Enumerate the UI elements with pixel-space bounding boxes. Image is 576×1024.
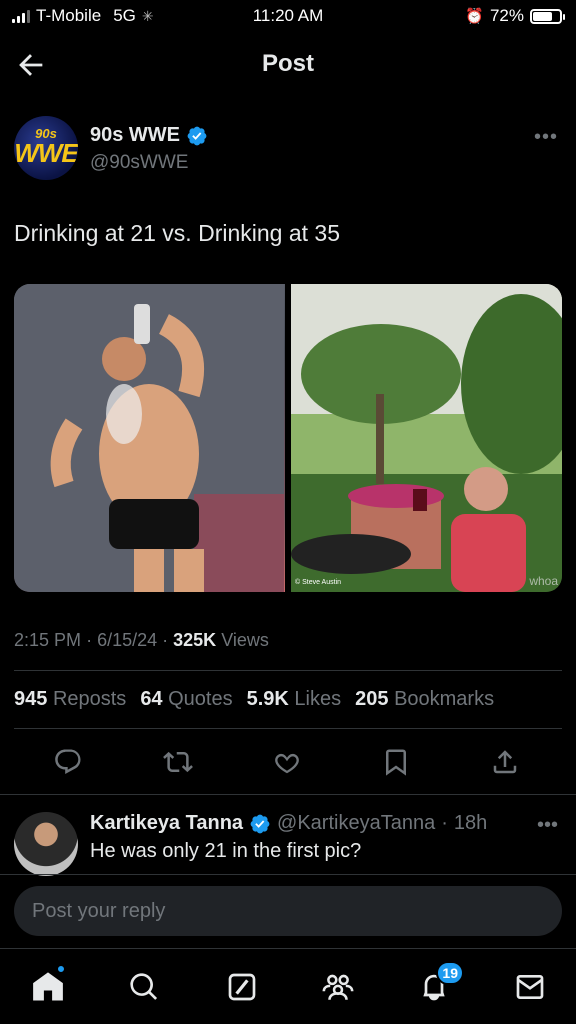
post-time: 2:15 PM <box>14 630 82 650</box>
search-icon <box>130 973 158 1000</box>
post-stats: 945 Reposts 64 Quotes 5.9K Likes 205 Boo… <box>14 688 494 711</box>
image-caption: © Steve Austin <box>295 579 342 586</box>
likes-label: Likes <box>294 688 342 710</box>
divider <box>14 728 562 729</box>
post-date: 6/15/24 <box>97 630 158 650</box>
bookmarks-count: 205 <box>355 688 389 710</box>
post-image-1[interactable] <box>14 284 285 592</box>
likes-count: 5.9K <box>246 688 289 710</box>
battery-percent: 72% <box>489 6 524 25</box>
notifications-badge: 19 <box>436 961 464 985</box>
author-handle[interactable]: @90sWWE <box>90 152 188 174</box>
quotes-count: 64 <box>140 688 163 710</box>
verified-badge-icon <box>187 126 207 145</box>
share-button[interactable] <box>485 742 525 782</box>
tab-messages[interactable] <box>510 967 550 1007</box>
reply-text: He was only 21 in the first pic? <box>90 840 362 862</box>
bookmark-icon <box>386 749 406 776</box>
heart-icon <box>275 753 299 774</box>
verified-badge-icon <box>250 814 270 833</box>
page-title: Post <box>261 50 314 77</box>
home-unread-dot <box>56 964 66 974</box>
header: Post <box>0 36 576 92</box>
author-name: 90s WWE <box>90 124 181 146</box>
share-icon <box>493 750 517 774</box>
home-icon <box>33 972 63 1001</box>
repost-button[interactable] <box>158 742 198 782</box>
status-bar: T-Mobile 5G ✳ 11:20 AM ⏰ 72% <box>0 0 576 32</box>
divider <box>0 874 576 875</box>
image-watermark: whoa <box>529 574 558 588</box>
more-options-icon[interactable]: ••• <box>537 814 558 837</box>
views-count: 325K <box>173 630 217 650</box>
man-with-wine-illustration <box>291 284 562 592</box>
reply-header: Kartikeya Tanna @KartikeyaTanna · 18h <box>90 812 488 835</box>
reply-item[interactable]: Kartikeya Tanna @KartikeyaTanna · 18h He… <box>0 806 576 876</box>
post-image-2[interactable]: © Steve Austin whoa <box>291 284 562 592</box>
alarm-icon: ⏰ <box>465 8 484 25</box>
reposts-label: Reposts <box>52 688 127 710</box>
bookmarks-label: Bookmarks <box>394 688 495 710</box>
repost-icon <box>163 751 193 773</box>
reply-button[interactable] <box>48 742 88 782</box>
author-avatar[interactable]: 90s WWE <box>14 116 78 180</box>
tab-communities[interactable] <box>318 967 358 1007</box>
bookmark-button[interactable] <box>376 742 416 782</box>
reposts-stat[interactable]: 945 Reposts <box>14 688 126 711</box>
divider <box>0 794 576 795</box>
reposts-count: 945 <box>14 688 48 710</box>
post-text: Drinking at 21 vs. Drinking at 35 <box>14 220 340 246</box>
reply-age: 18h <box>453 812 488 834</box>
tab-grok[interactable] <box>222 967 262 1007</box>
bookmarks-stat[interactable]: 205 Bookmarks <box>355 688 494 711</box>
communities-icon <box>322 974 354 1000</box>
battery-icon <box>530 8 565 24</box>
tab-notifications[interactable]: 19 <box>414 961 464 1007</box>
views-label: Views <box>221 630 269 650</box>
grok-icon <box>228 973 256 1001</box>
reply-author-name[interactable]: Kartikeya Tanna <box>90 812 243 835</box>
author-name-row[interactable]: 90s WWE <box>90 124 208 147</box>
post-meta: 2:15 PM · 6/15/24 · 325K Views <box>14 630 269 650</box>
status-right: ⏰ 72% <box>465 6 565 26</box>
mail-icon <box>516 975 544 999</box>
divider <box>14 670 562 671</box>
avatar-logo-bottom: WWE <box>14 138 78 168</box>
like-button[interactable] <box>267 742 307 782</box>
reply-input[interactable] <box>14 886 562 936</box>
post-actions <box>0 742 576 782</box>
wrestler-drinking-illustration <box>14 284 284 592</box>
tab-home[interactable] <box>28 964 68 1007</box>
post-media[interactable]: © Steve Austin whoa <box>14 284 562 592</box>
reply-icon <box>55 749 81 775</box>
reply-avatar[interactable] <box>14 812 78 876</box>
quotes-stat[interactable]: 64 Quotes <box>140 688 232 711</box>
likes-stat[interactable]: 5.9K Likes <box>247 688 342 711</box>
quotes-label: Quotes <box>168 688 233 710</box>
reply-author-handle[interactable]: @KartikeyaTanna <box>277 812 435 835</box>
more-options-icon[interactable]: ••• <box>534 126 558 149</box>
tab-bar: 19 <box>0 948 576 1024</box>
reply-box[interactable] <box>14 886 562 936</box>
tab-search[interactable] <box>124 967 164 1007</box>
